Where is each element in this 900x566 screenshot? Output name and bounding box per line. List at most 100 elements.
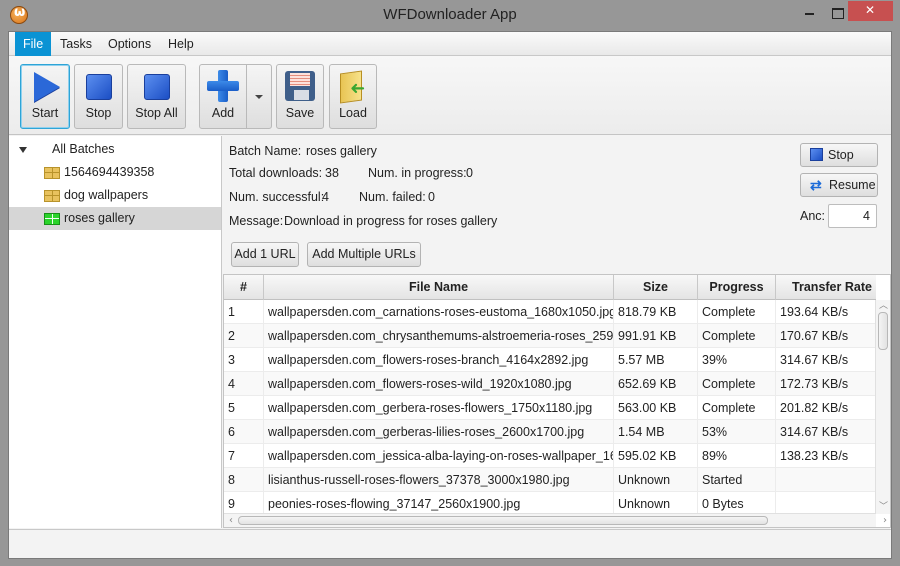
tree-item-all-batches[interactable]: All Batches <box>9 138 221 161</box>
minimize-button[interactable] <box>798 1 826 21</box>
menu-file[interactable]: File <box>15 32 52 56</box>
expand-arrow-icon[interactable] <box>19 147 27 153</box>
floppy-disk-icon <box>285 71 315 101</box>
stop-all-button[interactable]: Stop All <box>127 64 186 129</box>
table-row[interactable]: 5 wallpapersden.com_gerbera-roses-flowers… <box>224 396 876 420</box>
cell-progress: 39% <box>698 348 776 372</box>
batch-tree: All Batches 1564694439358 dog wallpapers… <box>9 136 222 528</box>
in-progress-label: Num. in progress: <box>368 166 467 180</box>
cell-number: 7 <box>224 444 264 468</box>
cell-number: 6 <box>224 420 264 444</box>
total-downloads-value: 38 <box>325 166 339 180</box>
cell-size: 652.69 KB <box>614 372 698 396</box>
column-header-progress[interactable]: Progress <box>698 275 776 300</box>
downloads-table: # File Name Size Progress Transfer Rate … <box>223 274 891 528</box>
cell-transfer-rate: 314.67 KB/s <box>776 348 876 372</box>
successful-label: Num. successful: <box>229 190 325 204</box>
add-dropdown-button[interactable] <box>246 64 272 129</box>
successful-value: 4 <box>322 190 329 204</box>
column-header-file-name[interactable]: File Name <box>264 275 614 300</box>
plus-icon <box>207 70 239 102</box>
cell-transfer-rate: 314.67 KB/s <box>776 420 876 444</box>
window-title: WFDownloader App <box>383 6 517 23</box>
batch-icon <box>44 167 60 179</box>
cell-progress: Complete <box>698 324 776 348</box>
stop-icon <box>810 148 823 161</box>
cell-progress: 89% <box>698 444 776 468</box>
table-row[interactable]: 3 wallpapersden.com_flowers-roses-branch_… <box>224 348 876 372</box>
cell-number: 4 <box>224 372 264 396</box>
title-bar: WFDownloader App <box>0 0 900 31</box>
cell-transfer-rate: 138.23 KB/s <box>776 444 876 468</box>
refresh-icon: ⇄ <box>810 177 822 193</box>
cell-size: 595.02 KB <box>614 444 698 468</box>
cell-file-name: wallpapersden.com_flowers-roses-wild_192… <box>264 372 614 396</box>
menu-bar: File Tasks Options Help <box>9 32 891 56</box>
cell-number: 3 <box>224 348 264 372</box>
cell-file-name: wallpapersden.com_gerberas-lilies-roses_… <box>264 420 614 444</box>
cell-transfer-rate <box>776 468 876 492</box>
cell-size: 563.00 KB <box>614 396 698 420</box>
vertical-scroll-thumb[interactable] <box>878 312 888 350</box>
start-button[interactable]: Start <box>20 64 70 129</box>
table-row[interactable]: 6 wallpapersden.com_gerberas-lilies-roses… <box>224 420 876 444</box>
horizontal-scrollbar[interactable]: ‹ › <box>224 513 887 527</box>
stop-icon <box>85 74 112 100</box>
menu-tasks[interactable]: Tasks <box>52 32 100 56</box>
menu-options[interactable]: Options <box>100 32 159 56</box>
add-one-url-button[interactable]: Add 1 URL <box>231 242 299 267</box>
cell-file-name: wallpapersden.com_gerbera-roses-flowers_… <box>264 396 614 420</box>
tree-item-batch-selected[interactable]: roses gallery <box>9 207 221 230</box>
table-row[interactable]: 2 wallpapersden.com_chrysanthemums-alstro… <box>224 324 876 348</box>
batch-name-value: roses gallery <box>306 144 377 158</box>
batch-stop-button[interactable]: Stop <box>800 143 878 167</box>
save-button[interactable]: Save <box>276 64 324 129</box>
scroll-down-icon[interactable]: ﹀ <box>879 503 888 512</box>
horizontal-scroll-thumb[interactable] <box>238 516 768 525</box>
add-button[interactable]: Add <box>199 64 247 129</box>
menu-help[interactable]: Help <box>160 32 202 56</box>
cell-size: 5.57 MB <box>614 348 698 372</box>
table-row[interactable]: 8 lisianthus-russell-roses-flowers_37378_… <box>224 468 876 492</box>
add-multiple-urls-button[interactable]: Add Multiple URLs <box>307 242 421 267</box>
load-button[interactable]: Load <box>329 64 377 129</box>
anc-input[interactable]: 4 <box>828 204 877 228</box>
batch-resume-button[interactable]: ⇄ Resume <box>800 173 878 197</box>
table-header: # File Name Size Progress Transfer Rate <box>224 275 876 300</box>
chevron-down-icon <box>255 95 263 99</box>
toolbar: Start Stop Stop All Add Save Load <box>9 56 891 135</box>
message-value: Download in progress for roses gallery <box>284 214 498 228</box>
cell-progress: Complete <box>698 396 776 420</box>
scroll-right-icon[interactable]: › <box>880 514 890 527</box>
cell-file-name: wallpapersden.com_chrysanthemums-alstroe… <box>264 324 614 348</box>
cell-file-name: lisianthus-russell-roses-flowers_37378_3… <box>264 468 614 492</box>
cell-progress: Complete <box>698 300 776 324</box>
close-button[interactable] <box>848 1 893 21</box>
batch-active-icon <box>44 213 60 225</box>
cell-number: 2 <box>224 324 264 348</box>
cell-size: Unknown <box>614 468 698 492</box>
play-icon <box>33 72 60 102</box>
scroll-left-icon[interactable]: ‹ <box>226 514 236 527</box>
failed-value: 0 <box>428 190 435 204</box>
column-header-transfer-rate[interactable]: Transfer Rate <box>776 275 888 300</box>
stop-button[interactable]: Stop <box>74 64 123 129</box>
cell-transfer-rate: 172.73 KB/s <box>776 372 876 396</box>
folder-open-icon <box>338 70 368 102</box>
column-header-size[interactable]: Size <box>614 275 698 300</box>
table-row[interactable]: 4 wallpapersden.com_flowers-roses-wild_19… <box>224 372 876 396</box>
cell-transfer-rate: 201.82 KB/s <box>776 396 876 420</box>
vertical-scrollbar[interactable]: ︿ ﹀ <box>875 300 890 514</box>
cell-number: 8 <box>224 468 264 492</box>
table-row[interactable]: 7 wallpapersden.com_jessica-alba-laying-o… <box>224 444 876 468</box>
table-row[interactable]: 1 wallpapersden.com_carnations-roses-eust… <box>224 300 876 324</box>
cell-size: 991.91 KB <box>614 324 698 348</box>
scroll-up-icon[interactable]: ︿ <box>879 302 888 311</box>
tree-item-batch[interactable]: 1564694439358 <box>9 161 221 184</box>
column-header-number[interactable]: # <box>224 275 264 300</box>
anc-label: Anc: <box>800 209 826 223</box>
cell-file-name: wallpapersden.com_flowers-roses-branch_4… <box>264 348 614 372</box>
tree-item-batch[interactable]: dog wallpapers <box>9 184 221 207</box>
cell-transfer-rate: 170.67 KB/s <box>776 324 876 348</box>
cell-transfer-rate: 193.64 KB/s <box>776 300 876 324</box>
